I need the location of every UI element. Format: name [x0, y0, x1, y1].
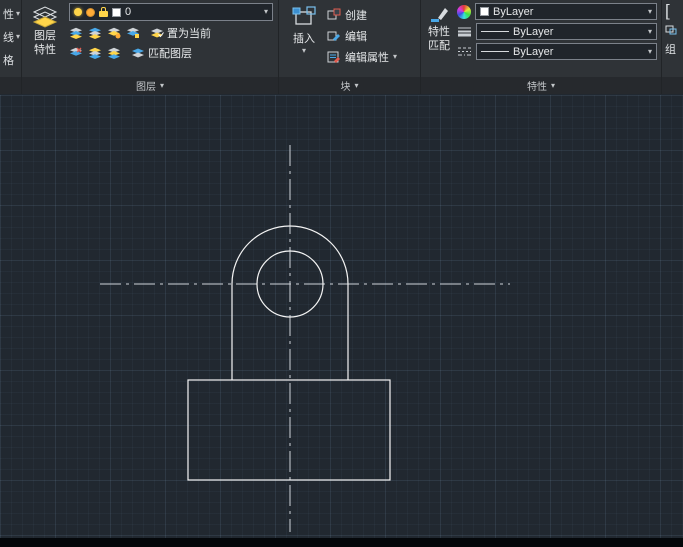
insert-block-icon	[292, 6, 316, 25]
panel-footer-partial	[0, 77, 21, 94]
chevron-down-icon: ▾	[354, 80, 359, 90]
layer-state-icon[interactable]	[69, 27, 83, 39]
chevron-down-icon: ▾	[301, 46, 306, 55]
panel-footer-label: 特性	[526, 82, 547, 93]
panel-properties: 特性 匹配 ByLayer ▾ ByLayer ▾ ByLayer ▾ 特性 ▾	[420, 0, 661, 94]
linetype-dropdown[interactable]: ByLayer ▾	[476, 43, 657, 60]
layer-state-icon[interactable]	[69, 47, 83, 59]
lineweight-icon[interactable]	[457, 26, 472, 37]
layer-state-icon[interactable]	[107, 47, 121, 59]
edit-block-icon	[327, 31, 340, 41]
set-current-button[interactable]: 置为当前	[150, 25, 211, 41]
chevron-down-icon: ▾	[16, 31, 21, 41]
layer-color-swatch	[112, 7, 121, 17]
linetype-value: ByLayer	[513, 45, 554, 58]
partial-item-label: 性	[3, 8, 14, 21]
match-layer-icon	[132, 48, 144, 57]
panel-footer-label: 图层	[135, 82, 156, 93]
chevron-down-icon: ▾	[16, 8, 21, 18]
edit-attributes-label: 编辑属性	[345, 51, 389, 64]
create-block-label: 创建	[345, 9, 367, 22]
layer-properties-label: 特性	[34, 44, 56, 57]
chevron-down-icon: ▾	[393, 51, 398, 61]
panel-footer-label: 块	[340, 82, 351, 93]
edit-block-label: 编辑	[345, 30, 367, 43]
set-current-label: 置为当前	[167, 27, 211, 40]
panel-footer-properties[interactable]: 特性 ▾	[421, 77, 661, 94]
chevron-down-icon: ▾	[263, 7, 268, 16]
set-current-icon	[151, 28, 164, 37]
panel-left-partial: 性 ▾ 线 ▾ 格	[0, 0, 21, 94]
match-layer-button[interactable]: 匹配图层	[131, 45, 192, 61]
edit-attributes-icon	[327, 51, 340, 63]
group-bracket-icon: [	[665, 1, 670, 20]
linetype-icon[interactable]	[457, 46, 472, 57]
cad-drawing	[100, 145, 510, 532]
layer-state-icon[interactable]	[88, 47, 102, 59]
group-objects-icon[interactable]	[665, 25, 677, 35]
color-swatch	[480, 7, 489, 16]
partial-item-label: 格	[3, 54, 14, 67]
group-panel-label[interactable]: 组	[665, 41, 676, 57]
match-properties-icon	[431, 8, 448, 22]
partial-item-label: 线	[3, 31, 14, 44]
insert-block-label: 插入	[293, 33, 315, 45]
ribbon-partial-item[interactable]: 格	[0, 48, 21, 71]
linetype-sample	[481, 51, 509, 52]
layer-unlock-icon[interactable]	[99, 6, 108, 17]
object-color-value: ByLayer	[493, 5, 534, 18]
chevron-down-icon: ▾	[647, 26, 652, 36]
panel-group-partial: [ 组	[661, 0, 683, 94]
match-layer-label: 匹配图层	[148, 47, 192, 60]
layer-properties-button[interactable]: 图层 特性	[24, 2, 66, 75]
layer-dropdown[interactable]: 0 ▾	[69, 3, 273, 21]
panel-footer-block[interactable]: 块 ▾	[279, 77, 420, 94]
chevron-down-icon: ▾	[647, 6, 652, 16]
object-color-dropdown[interactable]: ByLayer ▾	[475, 3, 657, 20]
layer-state-icon[interactable]	[126, 27, 140, 39]
lineweight-dropdown[interactable]: ByLayer ▾	[476, 23, 657, 40]
edit-block-button[interactable]: 编辑	[327, 27, 418, 44]
layers-stack-icon	[32, 6, 58, 28]
panel-block: 插入 ▾ 创建 编辑 编辑属性 ▾ 块 ▾	[278, 0, 420, 94]
create-block-icon	[327, 8, 341, 20]
lineweight-value: ByLayer	[513, 25, 554, 38]
layer-thaw-sun-icon[interactable]	[86, 7, 95, 17]
lineweight-sample	[481, 31, 509, 32]
drawing-base-rectangle[interactable]	[187, 379, 391, 481]
panel-footer-partial	[662, 77, 683, 94]
ribbon-partial-item[interactable]: 线 ▾	[0, 25, 21, 48]
layer-state-icon[interactable]	[107, 27, 121, 39]
layer-state-icon[interactable]	[88, 27, 102, 39]
edit-attributes-button[interactable]: 编辑属性 ▾	[327, 48, 418, 65]
match-properties-label: 特性	[428, 26, 450, 38]
color-wheel-icon[interactable]	[457, 4, 471, 19]
bottom-bar	[0, 538, 683, 547]
create-block-button[interactable]: 创建	[327, 6, 418, 23]
ribbon-partial-item[interactable]: 性 ▾	[0, 2, 21, 25]
match-properties-label: 匹配	[428, 40, 450, 53]
chevron-down-icon: ▾	[647, 46, 652, 56]
layer-dropdown-value: 0	[125, 6, 132, 18]
model-space-canvas[interactable]	[0, 95, 683, 547]
chevron-down-icon: ▾	[159, 80, 164, 90]
ribbon: 性 ▾ 线 ▾ 格 图层 特性 0 ▾ 置为当前 匹配图层 图层 ▾ 插入 ▾ …	[0, 0, 683, 94]
layer-on-bulb-icon[interactable]	[74, 8, 82, 16]
panel-layers: 图层 特性 0 ▾ 置为当前 匹配图层 图层 ▾	[21, 0, 278, 94]
match-properties-button[interactable]: 特性 匹配	[423, 2, 455, 75]
chevron-down-icon: ▾	[550, 80, 555, 90]
panel-footer-layers[interactable]: 图层 ▾	[22, 77, 278, 94]
layer-properties-label: 图层	[34, 30, 56, 42]
insert-block-button[interactable]: 插入 ▾	[281, 2, 327, 75]
